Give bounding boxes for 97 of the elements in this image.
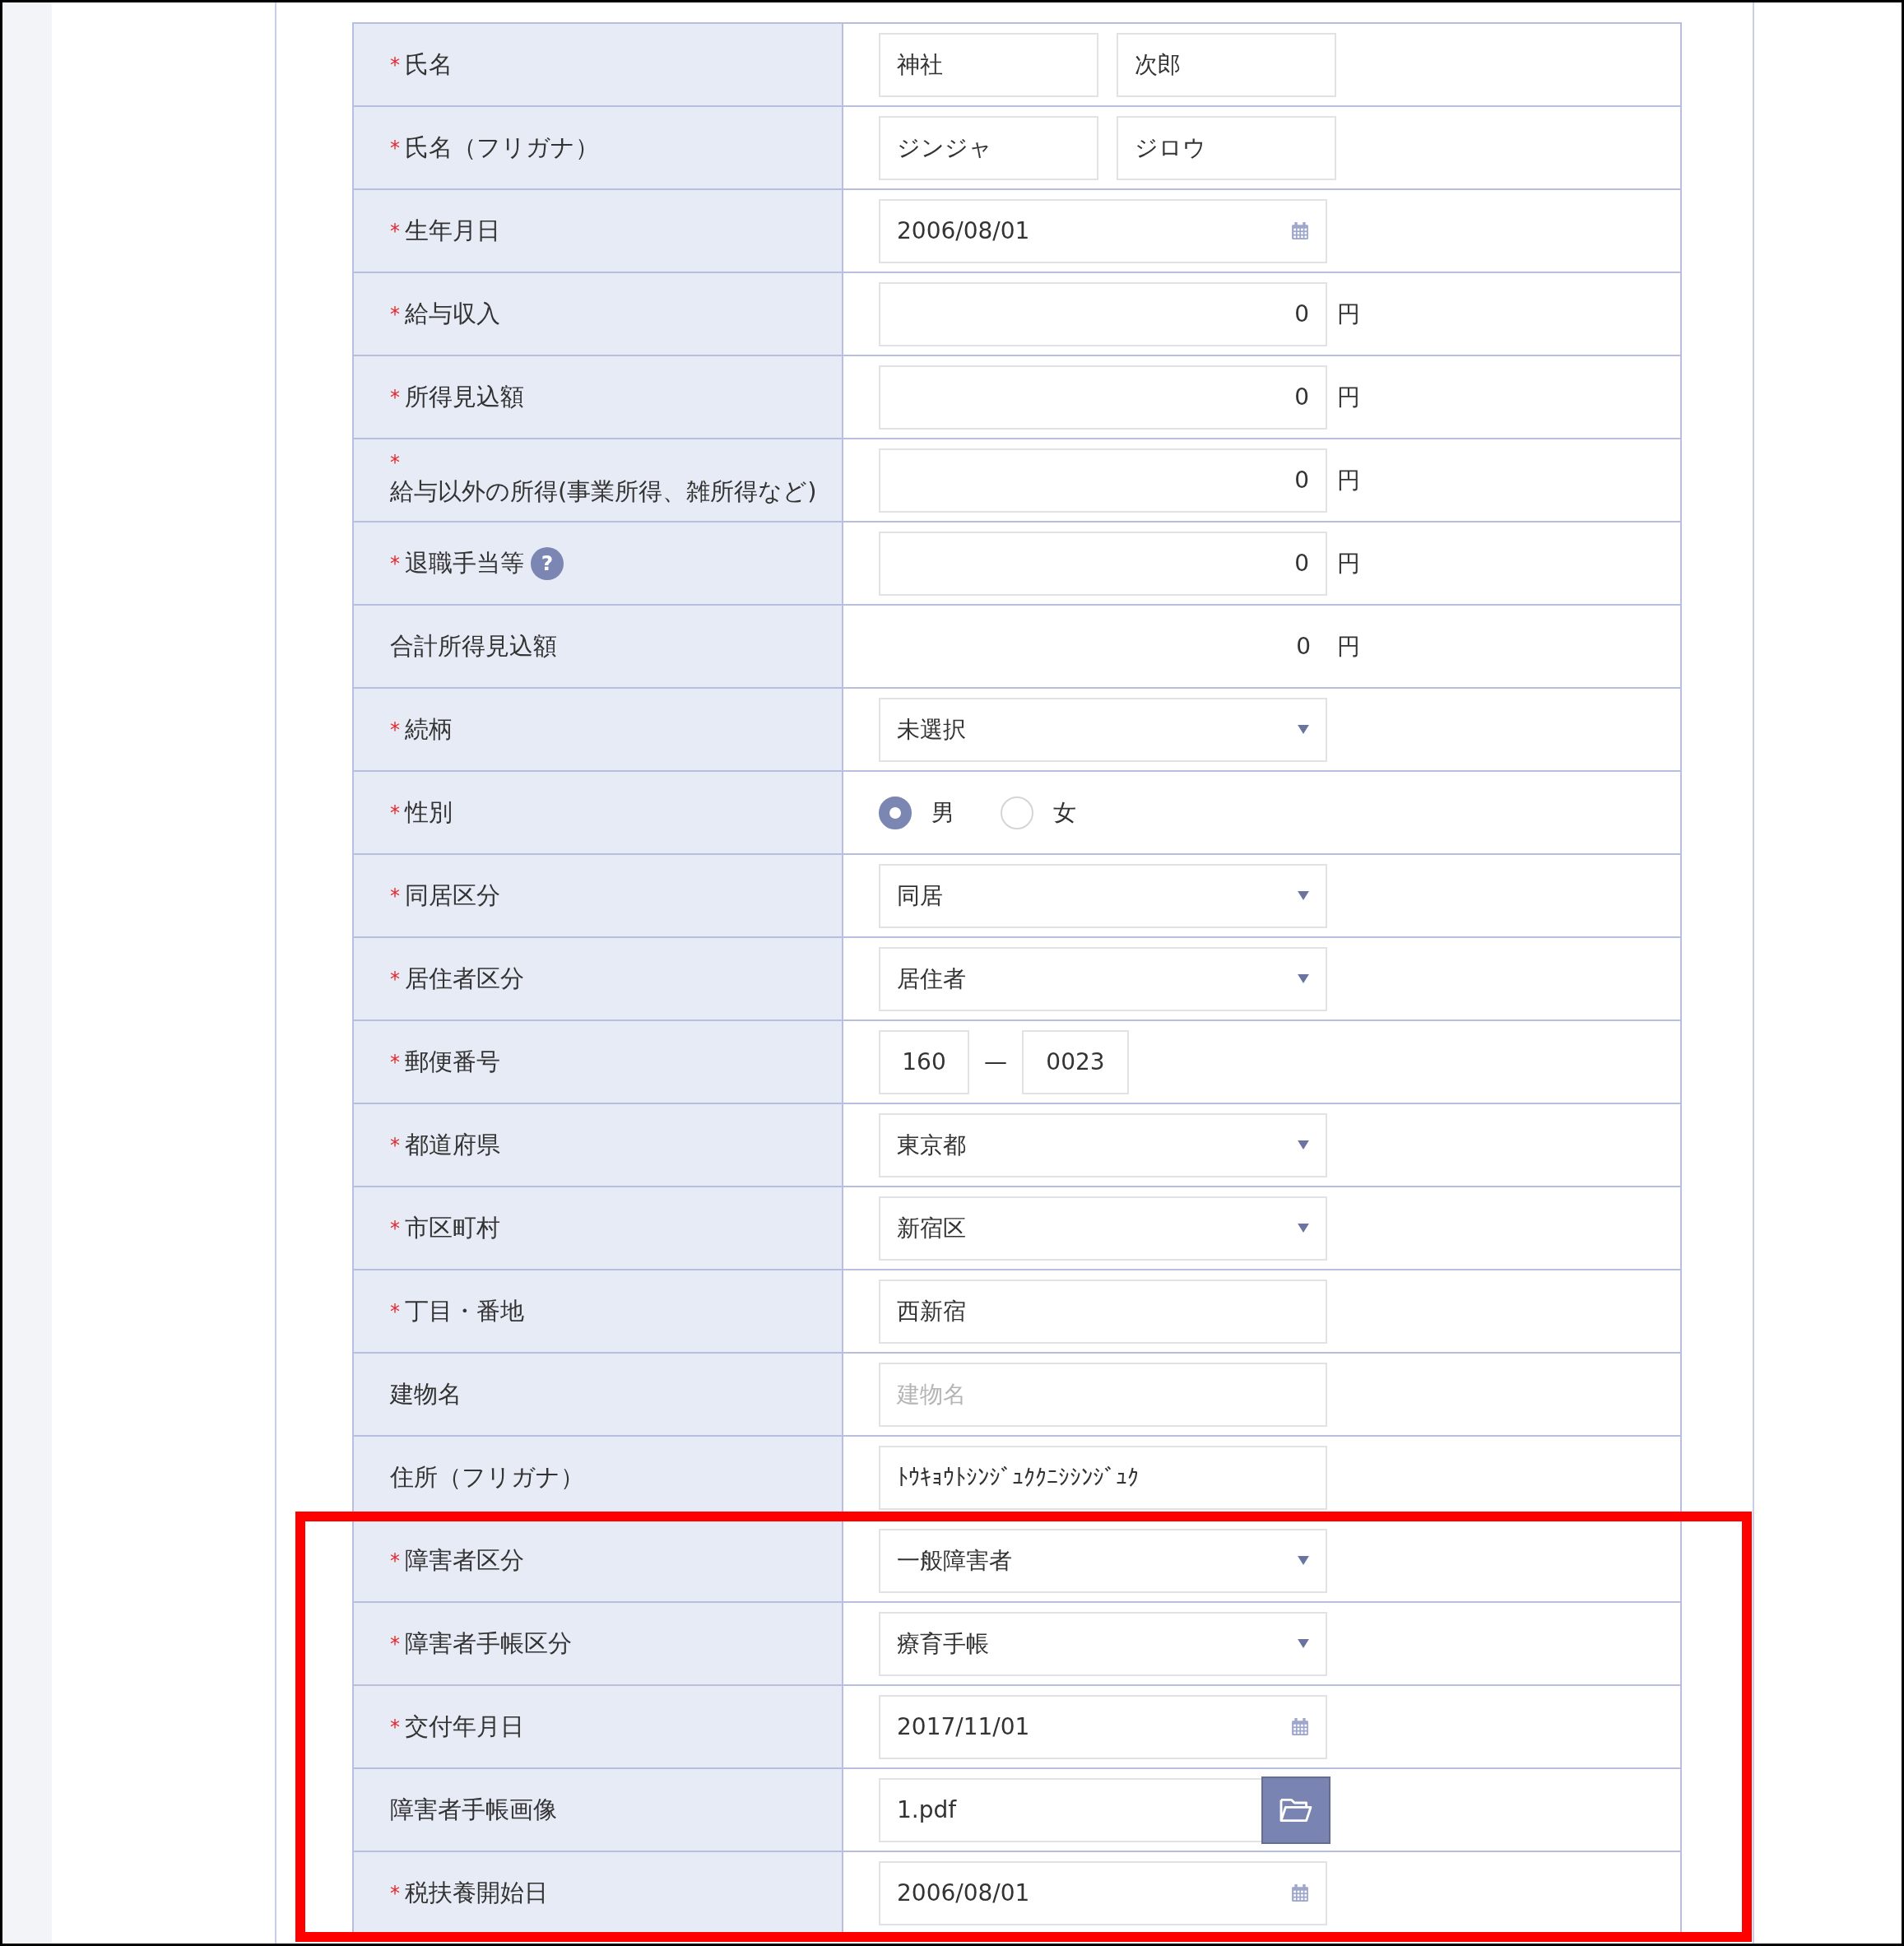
field-label: 郵便番号 [405, 1046, 500, 1077]
unit-label: 円 [1337, 382, 1360, 412]
input-field[interactable]: 0 [879, 365, 1327, 430]
required-mark: * [390, 718, 400, 741]
caret-icon [1298, 725, 1309, 734]
caret-icon [1298, 891, 1309, 900]
dropdown[interactable]: 同居 [879, 863, 1327, 928]
field-label: 障害者区分 [405, 1544, 524, 1576]
date-value: 2006/08/01 [897, 217, 1030, 244]
field-label: 生年月日 [405, 215, 500, 246]
total-value: 0 [1295, 633, 1312, 660]
caret-icon [1298, 1556, 1309, 1565]
unit-label: 円 [1337, 548, 1360, 578]
input-field[interactable]: 0023 [1022, 1029, 1129, 1094]
date-field[interactable]: 2017/11/01 [879, 1694, 1327, 1759]
field-label: 障害者手帳画像 [390, 1794, 557, 1825]
required-mark: * [390, 219, 400, 243]
field-label: 都道府県 [405, 1129, 500, 1160]
required-mark: * [390, 1050, 400, 1074]
help-icon[interactable]: ? [531, 546, 564, 580]
calendar-icon[interactable] [1291, 221, 1309, 240]
calendar-icon[interactable] [1291, 1717, 1309, 1736]
date-field[interactable]: 2006/08/01 [879, 1860, 1327, 1925]
required-mark: * [390, 450, 400, 474]
date-value: 2017/11/01 [897, 1713, 1030, 1740]
field-label: 氏名 [405, 49, 453, 80]
input-field[interactable]: ジロウ [1117, 115, 1336, 180]
dropdown-value: 居住者 [897, 964, 966, 994]
unit-label: 円 [1337, 299, 1360, 329]
required-mark: * [390, 302, 400, 326]
dropdown-value: 同居 [897, 880, 943, 911]
field-label: 続柄 [405, 713, 453, 745]
field-label: 給与以外の所得(事業所得、雑所得など) [390, 476, 817, 507]
required-mark: * [390, 551, 400, 575]
radio-button[interactable] [879, 796, 912, 829]
field-label: 交付年月日 [405, 1711, 524, 1742]
required-mark: * [390, 1881, 400, 1905]
dropdown[interactable]: 一般障害者 [879, 1528, 1327, 1593]
field-label: 同居区分 [405, 880, 500, 911]
field-label: 障害者手帳区分 [405, 1628, 572, 1659]
required-mark: * [390, 53, 400, 77]
required-mark: * [390, 1632, 400, 1656]
required-mark: * [390, 967, 400, 991]
input-field[interactable]: 次郎 [1117, 32, 1336, 97]
field-label: 所得見込額 [405, 381, 524, 412]
radio-label: 女 [1053, 797, 1076, 828]
field-label: 給与収入 [405, 298, 500, 329]
field-label: 建物名 [390, 1378, 462, 1410]
required-mark: * [390, 1549, 400, 1572]
field-label: 性別 [405, 797, 453, 828]
required-mark: * [390, 1299, 400, 1323]
field-label: 合計所得見込額 [390, 630, 557, 662]
browse-button[interactable] [1261, 1776, 1330, 1844]
date-value: 2006/08/01 [897, 1879, 1030, 1907]
input-field[interactable]: ﾄｳｷｮｳﾄｼﾝｼﾞｭｸｸﾆｼｼﾝｼﾞｭｸ [879, 1445, 1327, 1510]
dropdown-value: 一般障害者 [897, 1545, 1012, 1576]
dropdown[interactable]: 未選択 [879, 697, 1327, 762]
dropdown-value: 未選択 [897, 714, 966, 745]
input-field[interactable]: 西新宿 [879, 1279, 1327, 1344]
field-label: 退職手当等 [405, 547, 524, 578]
input-field[interactable]: ジンジャ [879, 115, 1098, 180]
dropdown[interactable]: 新宿区 [879, 1196, 1327, 1261]
field-label: 氏名（フリガナ） [405, 132, 599, 163]
dropdown-value: 療育手帳 [897, 1628, 989, 1659]
input-field[interactable]: 神社 [879, 32, 1098, 97]
field-label: 住所（フリガナ） [390, 1461, 584, 1493]
input-field[interactable]: 0 [879, 448, 1327, 513]
dropdown[interactable]: 療育手帳 [879, 1611, 1327, 1676]
input-field[interactable]: 0 [879, 531, 1327, 596]
required-mark: * [390, 1715, 400, 1739]
field-label: 税扶養開始日 [405, 1877, 548, 1908]
required-mark: * [390, 385, 400, 409]
radio-label: 男 [931, 797, 954, 828]
dropdown[interactable]: 東京都 [879, 1112, 1327, 1177]
field-label: 丁目・番地 [405, 1295, 524, 1326]
required-mark: * [390, 1133, 400, 1157]
unit-label: 円 [1337, 465, 1360, 495]
caret-icon [1298, 1140, 1309, 1149]
required-mark: * [390, 1216, 400, 1240]
caret-icon [1298, 974, 1309, 983]
input-field[interactable]: 160 [879, 1029, 969, 1094]
unit-label: 円 [1337, 631, 1360, 662]
input-field[interactable]: 0 [879, 281, 1327, 346]
caret-icon [1298, 1639, 1309, 1648]
required-mark: * [390, 884, 400, 908]
required-mark: * [390, 136, 400, 160]
dropdown-value: 新宿区 [897, 1213, 966, 1243]
dropdown[interactable]: 居住者 [879, 946, 1327, 1011]
postal-separator: — [984, 1048, 1007, 1075]
date-field[interactable]: 2006/08/01 [879, 198, 1327, 263]
field-label: 居住者区分 [405, 963, 524, 994]
required-mark: * [390, 801, 400, 824]
calendar-icon[interactable] [1291, 1883, 1309, 1902]
file-field[interactable]: 1.pdf [879, 1777, 1261, 1842]
caret-icon [1298, 1224, 1309, 1233]
field-label: 市区町村 [405, 1212, 500, 1243]
dropdown-value: 東京都 [897, 1130, 966, 1160]
